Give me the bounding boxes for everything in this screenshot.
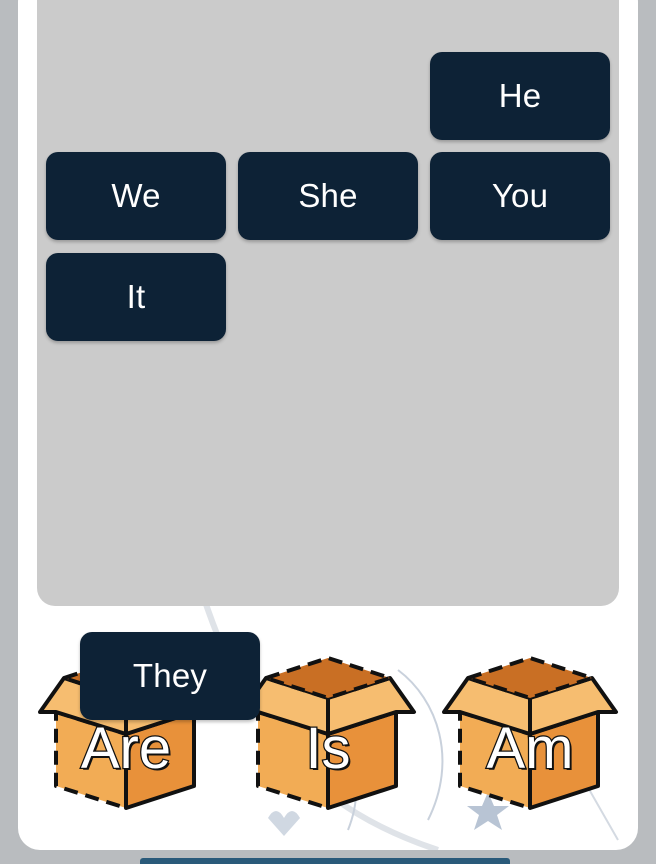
box-label-am: Am — [485, 716, 575, 781]
word-tile-it[interactable]: It — [46, 253, 226, 341]
bottom-bar — [140, 858, 510, 864]
box-am[interactable]: Am — [440, 650, 620, 815]
word-tile-she[interactable]: She — [238, 152, 418, 240]
word-tile-we[interactable]: We — [46, 152, 226, 240]
box-is[interactable]: Is — [238, 650, 418, 815]
box-label-is: Is — [304, 716, 352, 781]
word-tile-they[interactable]: They — [80, 632, 260, 720]
box-label-are: Are — [80, 716, 173, 781]
word-tile-you[interactable]: You — [430, 152, 610, 240]
word-tile-he[interactable]: He — [430, 52, 610, 140]
